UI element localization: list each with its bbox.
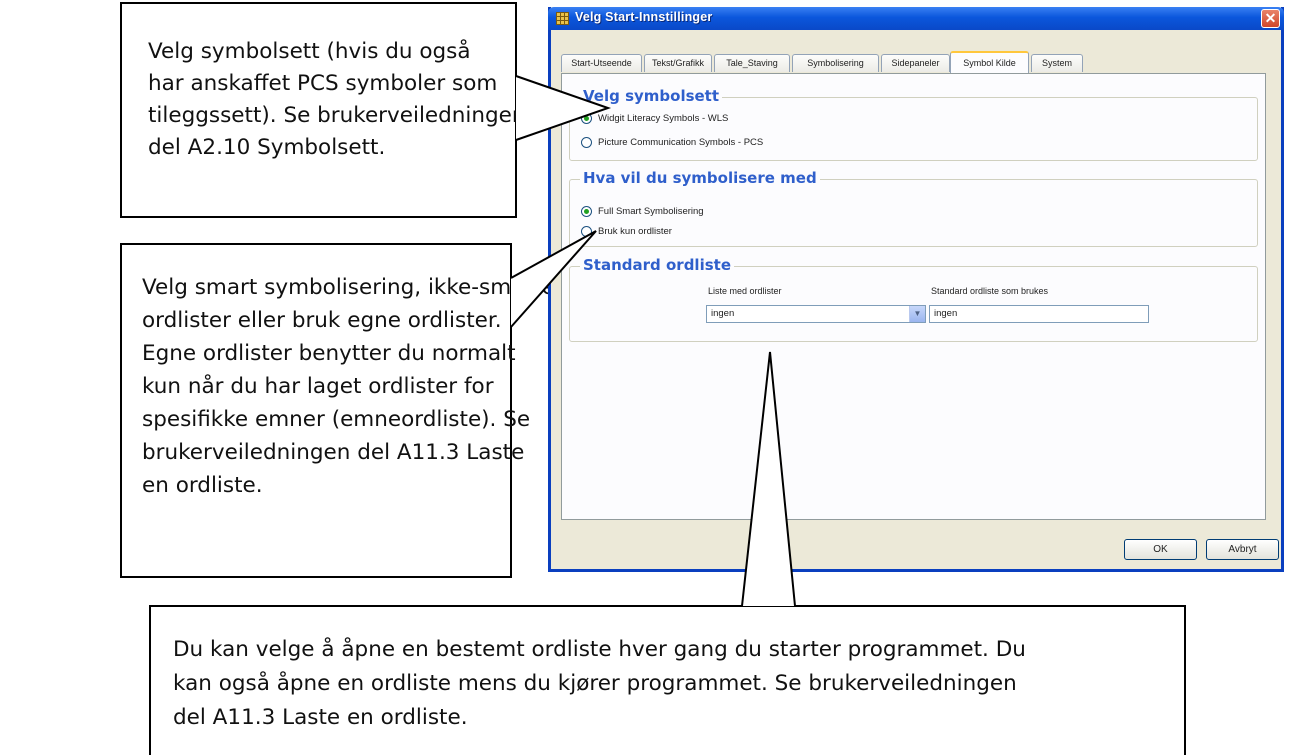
radio-label: Bruk kun ordlister [598,226,672,237]
group-title: Standard ordliste [580,256,734,274]
radio-label: Full Smart Symbolisering [598,206,704,217]
group-title: Velg symbolsett [580,87,723,105]
radio-button-checked[interactable] [581,113,592,124]
callout-line: kun når du har laget ordlister for [142,374,494,399]
callout-line: Velg symbolsett (hvis du også [148,39,471,64]
callout-line: en ordliste. [142,473,263,498]
wordlist-dropdown[interactable]: ingen ▼ [706,305,926,323]
tab-start-utseende[interactable]: Start-Utseende [561,54,642,72]
callout-standard-wordlist: Du kan velge å åpne en bestemt ordliste … [149,605,1186,755]
ok-button[interactable]: OK [1124,539,1197,560]
callout-line: Velg smart symbolisering, ikke-smarte [142,275,555,300]
dialog-title: Velg Start-Innstillinger [575,10,713,24]
callout-line: brukerveiledningen del A11.3 Laste [142,440,525,465]
radio-button[interactable] [581,137,592,148]
settings-dialog: Velg Start-Innstillinger ✕ Start-Utseend… [548,7,1284,572]
title-bar[interactable]: Velg Start-Innstillinger ✕ [548,7,1284,30]
group-symbolise-with: Hva vil du symbolisere med Full Smart Sy… [569,169,1258,247]
tab-symbolisering[interactable]: Symbolisering [792,54,879,72]
tab-panel: Velg symbolsett Widgit Literacy Symbols … [561,73,1266,520]
tab-tekst-grafikk[interactable]: Tekst/Grafikk [644,54,712,72]
radio-button[interactable] [581,226,592,237]
callout-symbolset: Velg symbolsett (hvis du også har anskaf… [120,2,526,218]
close-icon: ✕ [1264,10,1277,26]
default-wordlist-label: Standard ordliste som brukes [931,286,1049,296]
radio-button-checked[interactable] [581,206,592,217]
chevron-down-icon[interactable]: ▼ [909,306,925,322]
callout-line: kan også åpne en ordliste mens du kjører… [173,671,1017,696]
cancel-button[interactable]: Avbryt [1206,539,1279,560]
callout-line: ordlister eller bruk egne ordlister. [142,308,502,333]
tab-tale-staving[interactable]: Tale_Staving [714,54,790,72]
radio-label: Widgit Literacy Symbols - WLS [598,113,729,124]
app-icon [556,12,569,25]
default-wordlist-field[interactable]: ingen [929,305,1149,323]
group-standard-ordliste: Standard ordliste Liste med ordlister in… [569,256,1258,342]
close-button[interactable]: ✕ [1261,9,1280,28]
radio-label: Picture Communication Symbols - PCS [598,137,764,148]
group-title: Hva vil du symbolisere med [580,169,820,187]
dropdown-value: ingen [711,308,735,319]
tab-symbol-kilde[interactable]: Symbol Kilde [950,51,1029,73]
callout-line: har anskaffet PCS symboler som [148,71,498,96]
group-velg-symbolsett: Velg symbolsett Widgit Literacy Symbols … [569,87,1258,161]
tab-system[interactable]: System [1031,54,1083,72]
callout-line: tileggssett). Se brukerveiledningen [148,103,526,128]
callout-smart-symbolising: Velg smart symbolisering, ikke-smarte or… [120,243,555,578]
callout-line: spesifikke emner (emneordliste). Se [142,407,531,432]
callout-line: del A2.10 Symbolsett. [148,135,386,160]
callout-line: del A11.3 Laste en ordliste. [173,705,468,730]
callout-line: Du kan velge å åpne en bestemt ordliste … [173,637,1026,662]
callout-line: Egne ordlister benytter du normalt [142,341,516,366]
tab-sidepaneler[interactable]: Sidepaneler [881,54,950,72]
wordlist-list-label: Liste med ordlister [708,286,782,296]
